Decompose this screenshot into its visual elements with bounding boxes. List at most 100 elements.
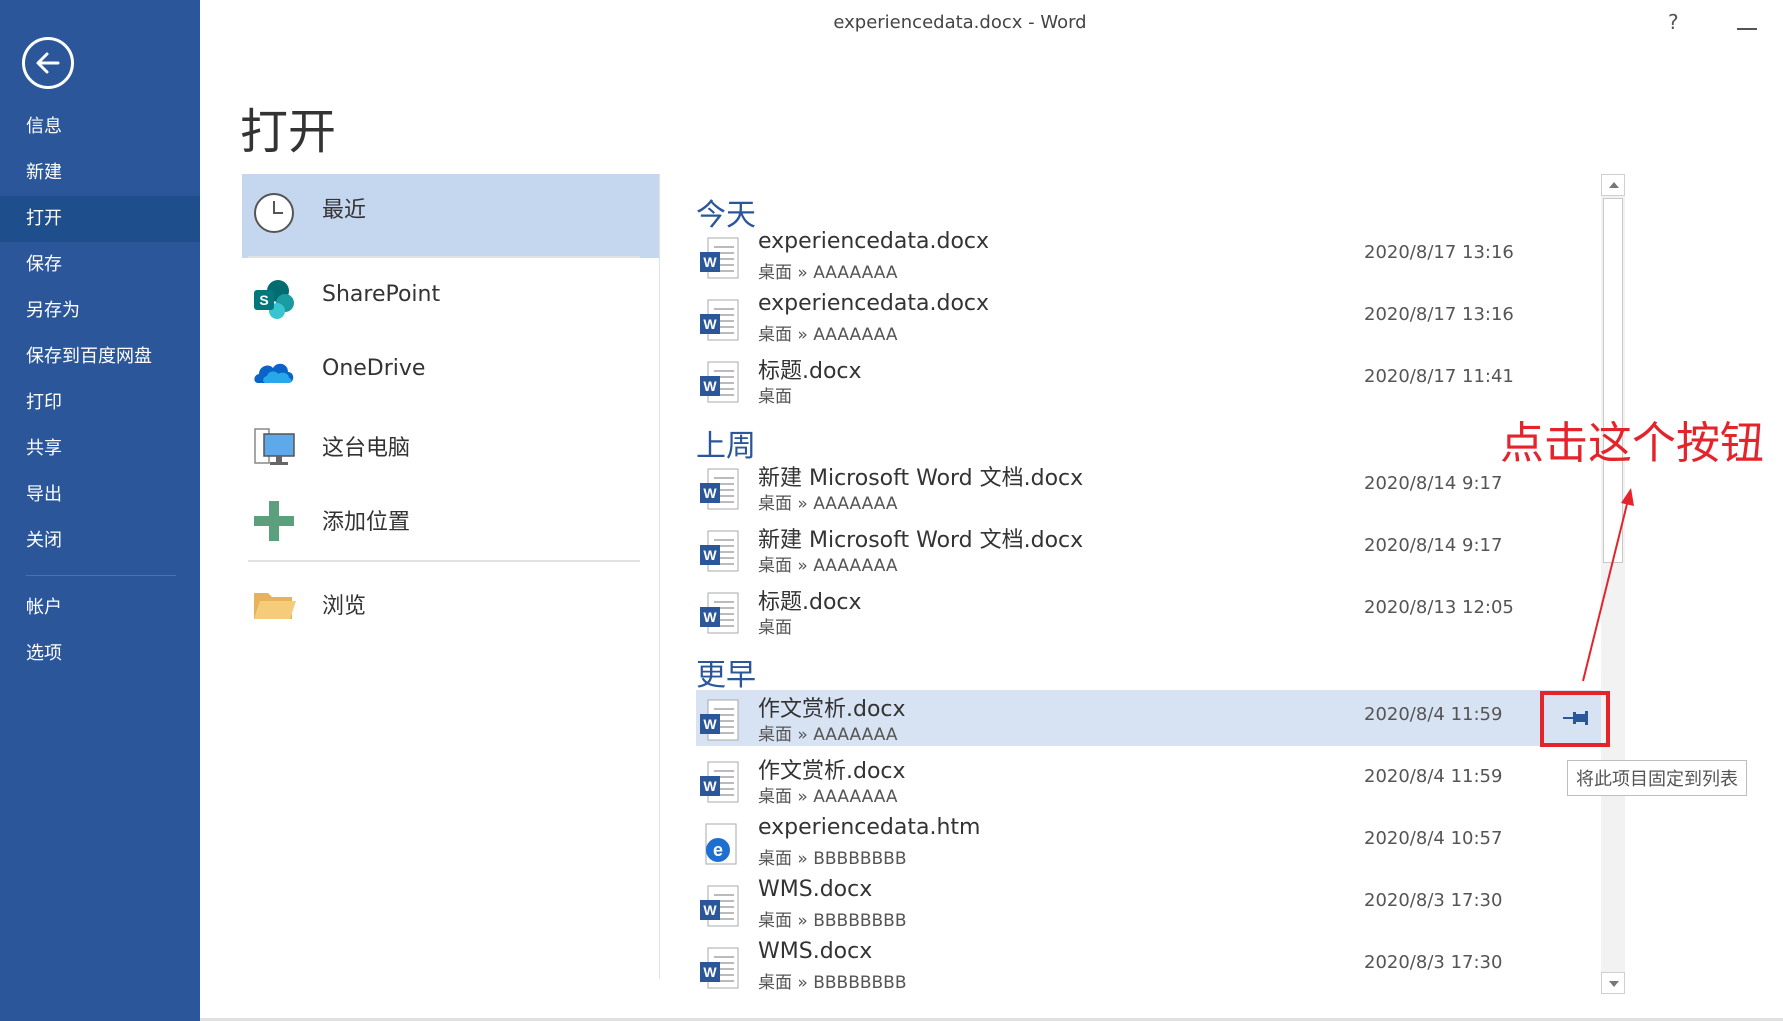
file-path: 桌面 » AAAAAAA xyxy=(758,787,898,807)
place-recent[interactable]: 最近 xyxy=(242,174,660,258)
place-browse[interactable]: 浏览 xyxy=(242,566,660,640)
nav-item-save-as[interactable]: 另存为 xyxy=(0,288,200,334)
nav-item-close[interactable]: 关闭 xyxy=(0,518,200,564)
file-date: 2020/8/17 13:16 xyxy=(1364,242,1514,263)
arrow-left-icon xyxy=(36,52,60,74)
file-path: 桌面 » BBBBBBBB xyxy=(758,973,907,993)
scroll-down-button[interactable] xyxy=(1601,972,1625,994)
svg-text:W: W xyxy=(703,902,717,918)
folder-icon xyxy=(254,593,296,619)
window-title: experiencedata.docx - Word xyxy=(833,12,1087,33)
place-label: 这台电脑 xyxy=(322,436,411,461)
cloud-icon xyxy=(254,363,294,383)
recent-file-row[interactable]: W WMS.docx 桌面 » BBBBBBBB 2020/8/3 17:30 xyxy=(696,938,1608,994)
nav-item-save[interactable]: 保存 xyxy=(0,242,200,288)
word-document-icon: W xyxy=(700,530,739,572)
word-document-icon: W xyxy=(700,299,739,341)
nav-item-open[interactable]: 打开 xyxy=(0,196,200,242)
file-name: 新建 Microsoft Word 文档.docx xyxy=(758,466,1084,491)
file-name: 作文赏析.docx xyxy=(758,697,906,722)
svg-text:W: W xyxy=(703,316,717,332)
word-document-icon: W xyxy=(700,237,739,279)
file-name: 标题.docx xyxy=(758,590,862,615)
recent-file-row[interactable]: W 新建 Microsoft Word 文档.docx 桌面 » AAAAAAA 20… xyxy=(696,459,1608,515)
file-date: 2020/8/17 11:41 xyxy=(1364,366,1514,387)
svg-text:S: S xyxy=(259,292,268,308)
file-name: experiencedata.docx xyxy=(758,229,990,254)
minimize-button[interactable] xyxy=(1737,28,1757,30)
nav-item-info[interactable]: 信息 xyxy=(0,104,200,150)
place-label: 最近 xyxy=(322,198,367,223)
nav-item-options[interactable]: 选项 xyxy=(0,631,200,677)
word-document-icon: W xyxy=(700,947,739,989)
column-divider xyxy=(659,174,660,979)
places-divider-top xyxy=(248,256,640,258)
nav-item-account[interactable]: 帐户 xyxy=(0,585,200,631)
recent-file-row[interactable]: Wexperiencedata.docx 桌面 » AAAAAAA 2020/8/1… xyxy=(696,290,1608,346)
word-document-icon: W xyxy=(700,699,739,741)
recent-documents-list: 今天 Wexperiencedata.docx 桌面 » AAAAAAA 2020/8… xyxy=(694,174,1618,994)
recent-file-row[interactable]: W 标题.docx 桌面 2020/8/17 11:41 xyxy=(696,352,1608,408)
svg-text:W: W xyxy=(703,609,717,625)
svg-text:W: W xyxy=(703,778,717,794)
edge-html-icon: e xyxy=(705,823,737,865)
svg-text:W: W xyxy=(703,378,717,394)
svg-text:W: W xyxy=(703,964,717,980)
file-date: 2020/8/13 12:05 xyxy=(1364,597,1514,618)
page-title: 打开 xyxy=(240,104,337,160)
file-date: 2020/8/4 11:59 xyxy=(1364,704,1503,725)
file-path: 桌面 » BBBBBBBB xyxy=(758,849,907,869)
scroll-up-button[interactable] xyxy=(1601,174,1625,196)
file-path: 桌面 xyxy=(758,387,792,407)
file-date: 2020/8/4 11:59 xyxy=(1364,766,1503,787)
word-document-icon: W xyxy=(700,592,739,634)
place-onedrive[interactable]: OneDrive xyxy=(242,334,660,408)
place-add-location[interactable]: 添加位置 xyxy=(242,482,660,556)
file-name: experiencedata.htm xyxy=(758,815,981,840)
recent-file-row[interactable]: e experiencedata.htm 桌面 » BBBBBBBB 2020/8/4… xyxy=(696,814,1608,870)
place-this-pc[interactable]: 这台电脑 xyxy=(242,408,660,482)
word-document-icon: W xyxy=(700,468,739,510)
file-name: experiencedata.docx xyxy=(758,291,990,316)
word-document-icon: W xyxy=(700,885,739,927)
place-label: 添加位置 xyxy=(322,510,411,535)
file-date: 2020/8/17 13:16 xyxy=(1364,304,1514,325)
file-date: 2020/8/14 9:17 xyxy=(1364,473,1503,494)
nav-item-print[interactable]: 打印 xyxy=(0,380,200,426)
annotation-text: 点击这个按钮 xyxy=(1500,418,1764,469)
file-path: 桌面 » BBBBBBBB xyxy=(758,911,907,931)
recent-file-row[interactable]: W 作文赏析.docx 桌面 » AAAAAAA 2020/8/4 11:59 xyxy=(696,752,1608,808)
pin-to-list-button[interactable] xyxy=(1540,691,1610,747)
clock-icon xyxy=(254,193,294,233)
file-path: 桌面 » AAAAAAA xyxy=(758,325,898,345)
nav-divider xyxy=(26,575,176,576)
svg-text:e: e xyxy=(713,840,723,860)
pin-icon xyxy=(1563,711,1588,725)
help-button[interactable]: ? xyxy=(1668,10,1679,34)
file-name: 作文赏析.docx xyxy=(758,759,906,784)
file-path: 桌面 » AAAAAAA xyxy=(758,725,898,745)
svg-text:W: W xyxy=(703,547,717,563)
backstage-nav: 信息 新建 打开 保存 另存为 保存到百度网盘 打印 共享 导出 关闭 帐户 选… xyxy=(0,0,200,1021)
recent-file-row[interactable]: W 新建 Microsoft Word 文档.docx 桌面 » AAAAAAA 20… xyxy=(696,521,1608,577)
file-name: WMS.docx xyxy=(758,939,873,964)
group-heading: 更早 xyxy=(696,658,756,693)
recent-file-row[interactable]: W WMS.docx 桌面 » BBBBBBBB 2020/8/3 17:30 xyxy=(696,876,1608,932)
recent-file-row[interactable]: W 作文赏析.docx 桌面 » AAAAAAA 2020/8/4 11:59 xyxy=(696,690,1608,746)
nav-item-share[interactable]: 共享 xyxy=(0,426,200,472)
file-path: 桌面 » AAAAAAA xyxy=(758,556,898,576)
nav-item-new[interactable]: 新建 xyxy=(0,150,200,196)
plus-icon xyxy=(254,501,294,541)
file-path: 桌面 xyxy=(758,618,792,638)
file-date: 2020/8/3 17:30 xyxy=(1364,952,1503,973)
back-button[interactable] xyxy=(22,37,74,89)
recent-file-row[interactable]: Wexperiencedata.docx 桌面 » AAAAAAA 2020/8/1… xyxy=(696,228,1608,284)
places-divider-bottom xyxy=(248,560,640,562)
place-label: SharePoint xyxy=(322,282,441,307)
recent-file-row[interactable]: W 标题.docx 桌面 2020/8/13 12:05 xyxy=(696,583,1608,639)
scrollbar-thumb[interactable] xyxy=(1603,198,1623,563)
nav-item-save-to-baidu[interactable]: 保存到百度网盘 xyxy=(0,334,200,380)
place-sharepoint[interactable]: S SharePoint xyxy=(242,260,660,334)
nav-item-export[interactable]: 导出 xyxy=(0,472,200,518)
file-name: WMS.docx xyxy=(758,877,873,902)
